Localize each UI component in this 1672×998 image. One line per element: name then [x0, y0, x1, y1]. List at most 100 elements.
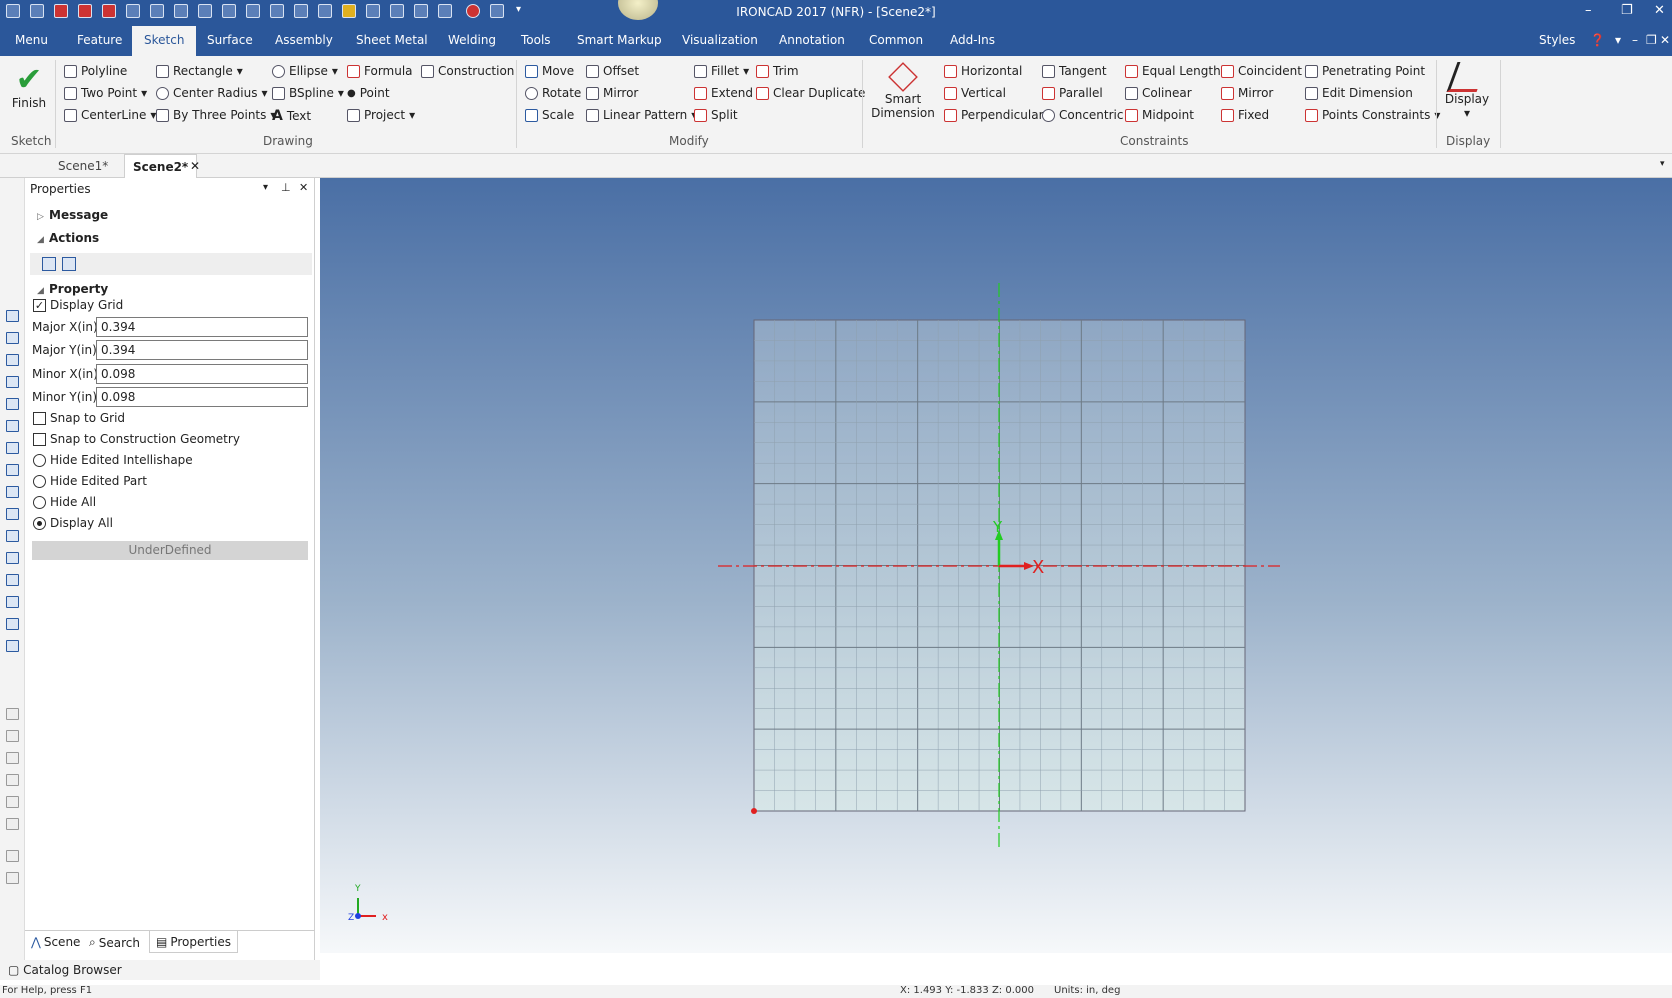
hide-edited-intellishape-radio[interactable] — [33, 454, 46, 467]
tab-annotation[interactable]: Annotation — [779, 33, 845, 47]
tool-icon[interactable] — [6, 354, 19, 366]
snap-to-grid-checkbox[interactable] — [33, 412, 46, 425]
help-icon[interactable]: ❓ — [1590, 33, 1605, 47]
restore-button[interactable]: ❐ — [1621, 3, 1633, 18]
3d-viewport[interactable]: Y X Y x Z — [320, 178, 1672, 953]
section-actions-header[interactable]: ◢ Actions — [37, 231, 99, 245]
fillet-button[interactable]: Fillet ▾ — [694, 64, 749, 78]
split-button[interactable]: Split — [694, 108, 738, 122]
box-icon[interactable] — [6, 442, 19, 454]
mirror-constraint-button[interactable]: Mirror — [1221, 86, 1273, 100]
tab-common[interactable]: Common — [869, 33, 923, 47]
tool-icon[interactable] — [6, 332, 19, 344]
tab-add-ins[interactable]: Add-Ins — [950, 33, 995, 47]
box-icon[interactable] — [6, 574, 19, 586]
close-icon[interactable]: ✕ — [299, 181, 308, 194]
box-icon[interactable] — [6, 596, 19, 608]
parallel-constraint-button[interactable]: Parallel — [1042, 86, 1103, 100]
offset-button[interactable]: Offset — [586, 64, 639, 78]
tab-tools[interactable]: Tools — [521, 33, 551, 47]
underdefined-status-button[interactable]: UnderDefined — [32, 541, 308, 560]
tool-icon[interactable] — [6, 730, 19, 742]
mirror-button[interactable]: Mirror — [586, 86, 638, 100]
minor-x-input[interactable]: 0.098 — [96, 364, 308, 384]
tool-icon[interactable] — [6, 752, 19, 764]
new-sketch-icon[interactable] — [62, 257, 76, 271]
tool-icon[interactable] — [6, 310, 19, 322]
minimize-button[interactable]: – — [1585, 3, 1592, 18]
rotate-button[interactable]: Rotate — [525, 86, 581, 100]
display-button[interactable]: Display ▾ — [1442, 62, 1492, 132]
clear-duplicate-button[interactable]: Clear Duplicate — [756, 86, 865, 100]
major-y-input[interactable]: 0.394 — [96, 340, 308, 360]
tool-icon[interactable] — [6, 398, 19, 410]
box-icon[interactable] — [6, 486, 19, 498]
ellipse-button[interactable]: Ellipse ▾ — [272, 64, 338, 78]
points-constraints-button[interactable]: Points Constraints ▾ — [1305, 108, 1440, 122]
tool-icon[interactable] — [6, 796, 19, 808]
perpendicular-constraint-button[interactable]: Perpendicular — [944, 108, 1044, 122]
section-message[interactable]: ▷ Message — [37, 208, 108, 222]
box-icon[interactable] — [6, 530, 19, 542]
snap-to-construction-checkbox[interactable] — [33, 433, 46, 446]
hide-all-radio[interactable] — [33, 496, 46, 509]
tangent-constraint-button[interactable]: Tangent — [1042, 64, 1107, 78]
restore-doc-icon[interactable]: ❐ — [1646, 33, 1657, 47]
styles-menu[interactable]: Styles — [1539, 33, 1575, 47]
colinear-constraint-button[interactable]: Colinear — [1125, 86, 1192, 100]
text-button[interactable]: A Text — [272, 108, 311, 124]
pin-icon[interactable]: ⊥ — [281, 181, 291, 194]
box-icon[interactable] — [6, 552, 19, 564]
catalog-browser-bar[interactable]: ▢ Catalog Browser — [0, 960, 320, 980]
chevron-down-icon[interactable]: ▾ — [263, 182, 268, 193]
box-icon[interactable] — [6, 464, 19, 476]
tab-sheet-metal[interactable]: Sheet Metal — [356, 33, 428, 47]
sketch-canvas[interactable]: Y X Y x Z — [320, 178, 1672, 953]
close-tab-icon[interactable]: ✕ — [190, 159, 200, 173]
bspline-button[interactable]: BSpline ▾ — [272, 86, 344, 100]
major-x-input[interactable]: 0.394 — [96, 317, 308, 337]
hide-edited-part-radio[interactable] — [33, 475, 46, 488]
tool-icon[interactable] — [6, 818, 19, 830]
tab-welding[interactable]: Welding — [448, 33, 496, 47]
tab-scene2[interactable]: Scene2* — [124, 154, 198, 178]
tool-icon[interactable] — [6, 708, 19, 720]
horizontal-constraint-button[interactable]: Horizontal — [944, 64, 1022, 78]
extend-button[interactable]: Extend — [694, 86, 753, 100]
smart-dimension-button[interactable]: Smart Dimension — [868, 62, 938, 132]
tool-icon[interactable] — [6, 850, 19, 862]
rectangle-button[interactable]: Rectangle ▾ — [156, 64, 243, 78]
penetrating-point-button[interactable]: Penetrating Point — [1305, 64, 1425, 78]
tab-assembly[interactable]: Assembly — [275, 33, 333, 47]
edit-dimension-button[interactable]: Edit Dimension — [1305, 86, 1413, 100]
chevron-down-icon[interactable]: ▾ — [1660, 159, 1665, 169]
chevron-down-icon[interactable]: ▾ — [1615, 33, 1621, 47]
tab-sketch[interactable]: Sketch — [132, 26, 197, 56]
tab-scene[interactable]: ⋀ Scene — [31, 935, 80, 949]
box-icon[interactable] — [6, 640, 19, 652]
formula-button[interactable]: Formula — [347, 64, 413, 78]
coincident-constraint-button[interactable]: Coincident — [1221, 64, 1302, 78]
three-point-arc-button[interactable]: By Three Points ▾ — [156, 108, 276, 122]
origin-point[interactable] — [751, 808, 757, 814]
tab-surface[interactable]: Surface — [207, 33, 253, 47]
center-radius-button[interactable]: Center Radius ▾ — [156, 86, 267, 100]
two-point-button[interactable]: Two Point ▾ — [64, 86, 147, 100]
move-button[interactable]: Move — [525, 64, 574, 78]
tool-icon[interactable] — [6, 774, 19, 786]
linear-pattern-button[interactable]: Linear Pattern ▾ — [586, 108, 697, 122]
display-all-radio[interactable] — [33, 517, 46, 530]
tab-properties[interactable]: ▤ Properties — [149, 931, 238, 953]
centerline-button[interactable]: CenterLine ▾ — [64, 108, 156, 122]
close-button[interactable]: ✕ — [1654, 3, 1665, 18]
tab-menu[interactable]: Menu — [15, 33, 48, 47]
project-button[interactable]: Project ▾ — [347, 108, 415, 122]
concentric-constraint-button[interactable]: Concentric — [1042, 108, 1123, 122]
box-icon[interactable] — [6, 508, 19, 520]
tab-scene1[interactable]: Scene1* — [58, 159, 108, 173]
tool-icon[interactable] — [6, 376, 19, 388]
tool-icon[interactable] — [6, 872, 19, 884]
tab-smart-markup[interactable]: Smart Markup — [577, 33, 662, 47]
fixed-constraint-button[interactable]: Fixed — [1221, 108, 1269, 122]
construction-button[interactable]: Construction — [421, 64, 514, 78]
